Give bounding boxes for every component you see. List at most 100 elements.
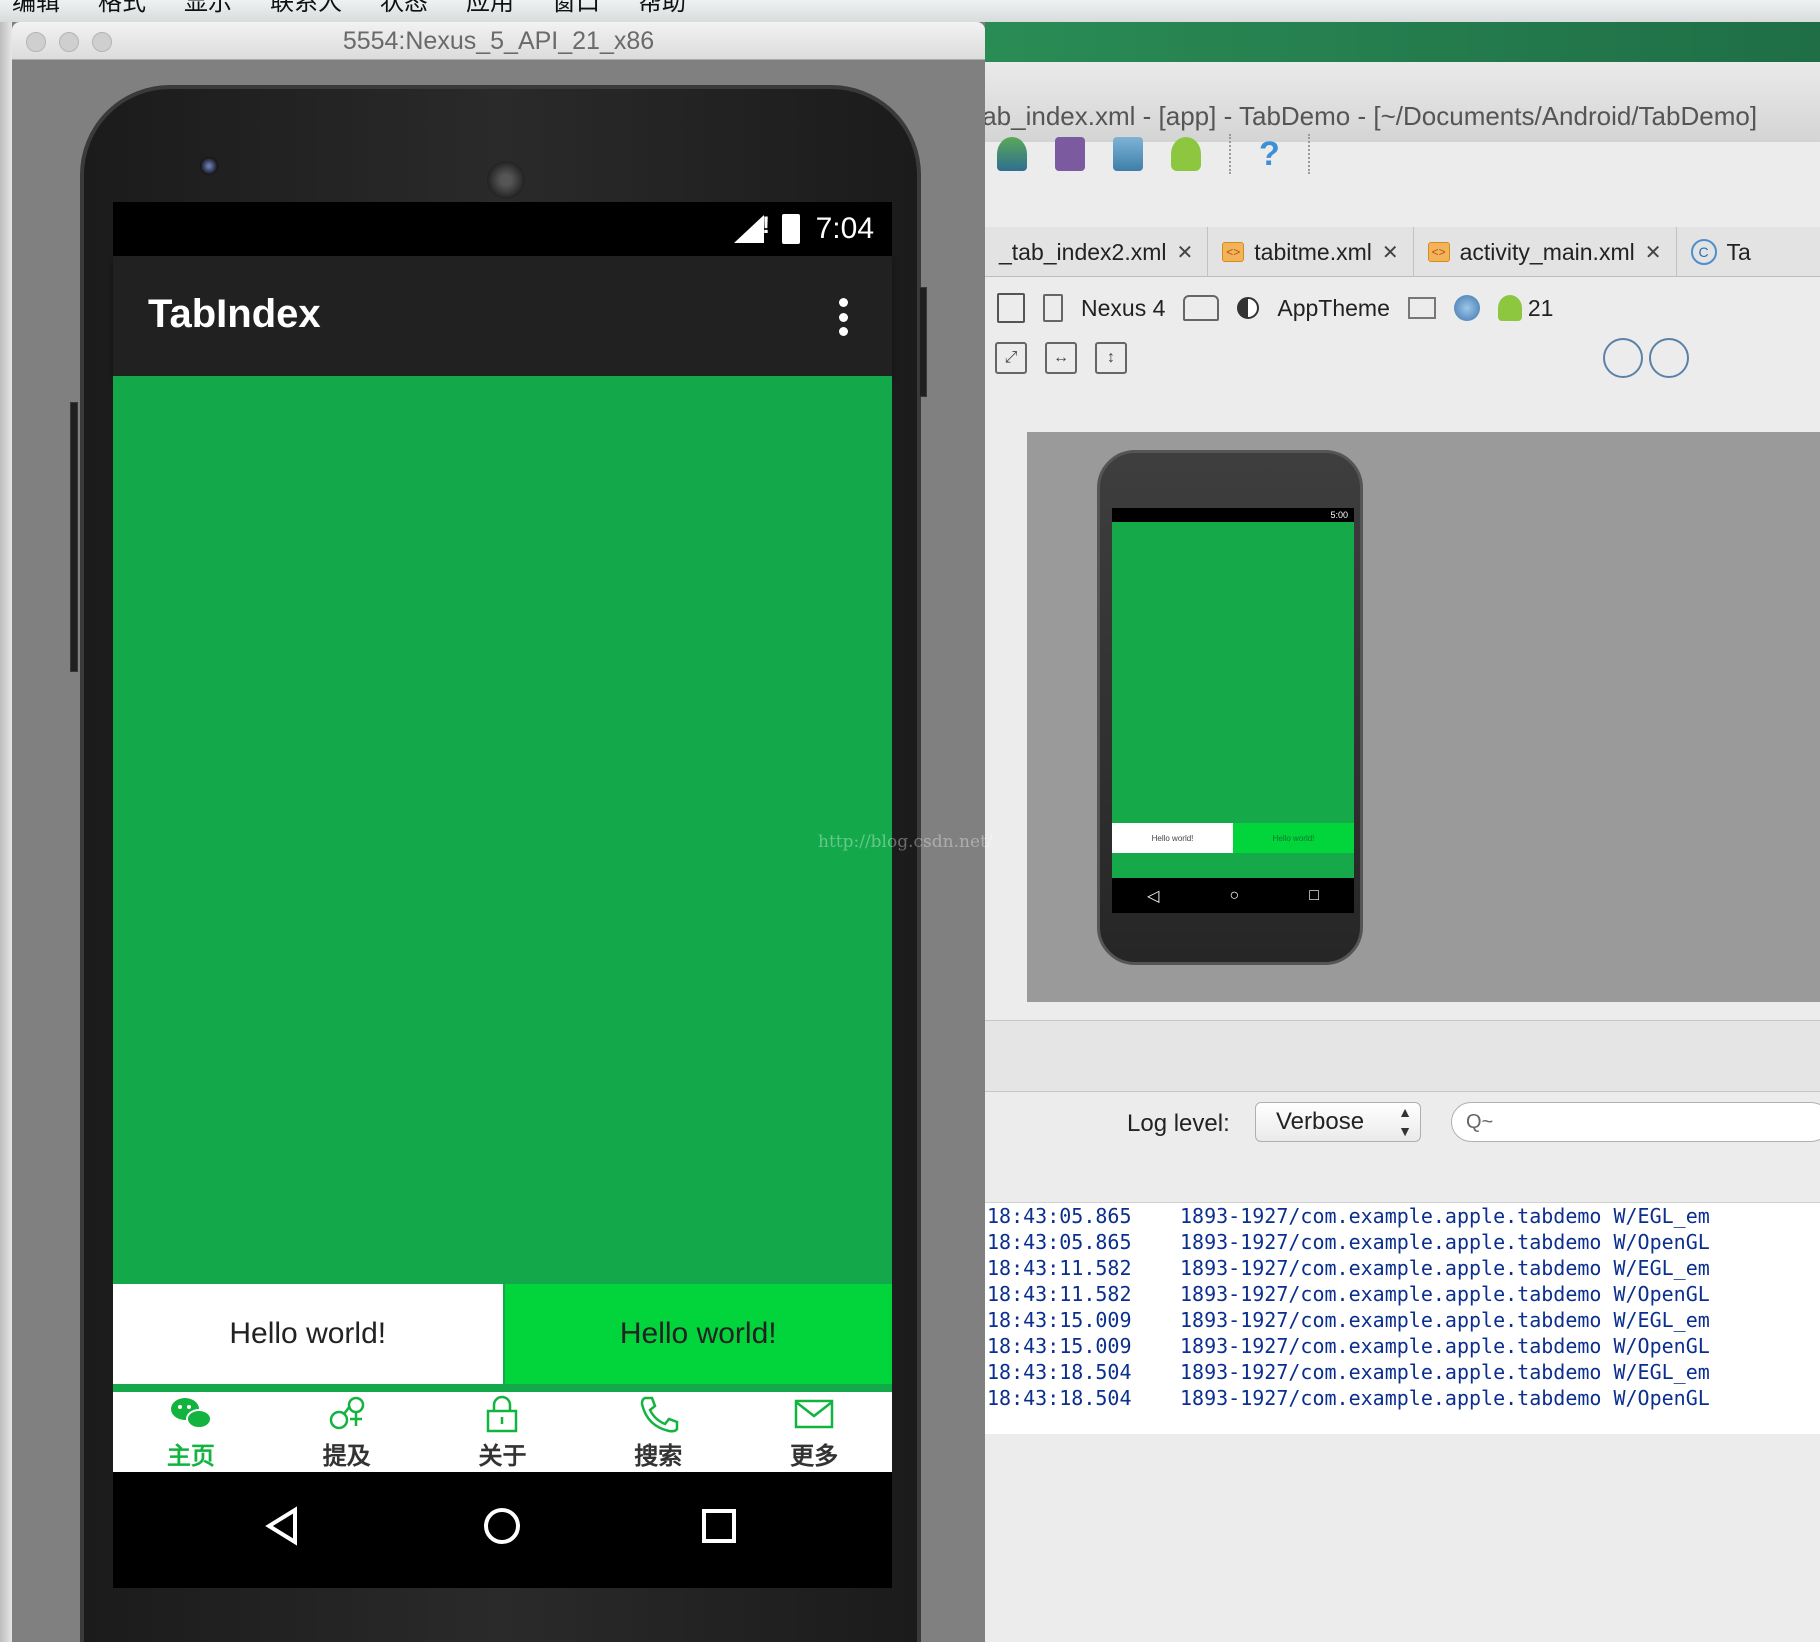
menu-app[interactable]: 应用 xyxy=(466,0,514,14)
action-bar: TabIndex xyxy=(113,256,892,376)
layout-editor-toolbar: Nexus 4 AppTheme 21 xyxy=(985,284,1820,332)
nav-item-mention[interactable]: 提及 xyxy=(269,1392,425,1472)
activity-icon[interactable] xyxy=(1407,297,1436,319)
log-row: 18:43:05.865 1893-1927/com.example.apple.… xyxy=(987,1204,1710,1228)
background-window-edge xyxy=(0,22,12,1642)
emulator-title: 5554:Nexus_5_API_21_x86 xyxy=(342,27,655,55)
preview-tab-1: Hello world! xyxy=(1112,823,1233,853)
nav-item-search[interactable]: 搜索 xyxy=(580,1392,736,1472)
menu-view[interactable]: 显示 xyxy=(184,0,232,14)
android-monitor-icon[interactable] xyxy=(1171,137,1201,171)
tab-activity-main[interactable]: <> activity_main.xml ✕ xyxy=(1414,227,1677,277)
close-icon[interactable]: ✕ xyxy=(1645,240,1662,265)
toolbar-separator xyxy=(1229,134,1231,174)
theme-selector[interactable]: AppTheme xyxy=(1277,295,1390,322)
android-icon xyxy=(1497,295,1522,321)
close-icon[interactable]: ✕ xyxy=(1177,240,1194,265)
preview-device-frame: 5:00 Hello world! Hello world! ◁ ○ □ xyxy=(1097,450,1363,965)
menu-help[interactable]: 帮助 xyxy=(638,0,686,14)
no-data-icon: ! xyxy=(762,212,770,239)
zoom-in-icon[interactable] xyxy=(1603,338,1643,378)
tab-tab-index2[interactable]: _tab_index2.xml ✕ xyxy=(985,227,1209,277)
locale-globe-icon[interactable] xyxy=(1453,295,1480,321)
logcat-output[interactable]: 18:43:05.865 1893-1927/com.example.apple.… xyxy=(985,1202,1820,1434)
mail-icon xyxy=(794,1399,834,1428)
menu-edit[interactable]: 编辑 xyxy=(12,0,60,14)
signal-icon xyxy=(734,215,764,243)
log-row: 18:43:18.504 1893-1927/com.example.apple.… xyxy=(987,1360,1710,1384)
overflow-menu-icon[interactable] xyxy=(838,298,848,336)
phone-icon xyxy=(641,1396,679,1432)
preview-status-bar: 5:00 xyxy=(1112,508,1354,522)
sync-icon[interactable] xyxy=(997,137,1027,171)
layout-preview: 5:00 Hello world! Hello world! ◁ ○ □ xyxy=(1027,432,1820,1002)
fit-height-icon[interactable]: ↕ xyxy=(1095,342,1127,374)
toolbar-separator xyxy=(1307,134,1310,174)
close-icon[interactable]: ✕ xyxy=(1382,240,1399,265)
status-bar: ! 7:04 xyxy=(113,202,892,256)
menu-format[interactable]: 格式 xyxy=(98,0,146,14)
new-layout-icon[interactable] xyxy=(997,293,1025,323)
desktop-background xyxy=(985,22,1820,62)
api-level-selector[interactable]: 21 xyxy=(1528,295,1554,322)
menu-window[interactable]: 窗口 xyxy=(552,0,600,14)
sdk-manager-icon[interactable] xyxy=(1113,137,1143,171)
avd-manager-icon[interactable] xyxy=(1055,137,1085,171)
nav-item-home[interactable]: 主页 xyxy=(113,1392,269,1472)
menu-status[interactable]: 状态 xyxy=(380,0,428,14)
emulator-title-bar: 5554:Nexus_5_API_21_x86 xyxy=(12,22,985,60)
content-area xyxy=(113,376,892,1284)
tab-class[interactable]: C Ta xyxy=(1677,227,1765,277)
back-icon: ◁ xyxy=(1147,887,1160,905)
volume-button[interactable] xyxy=(70,402,78,672)
hello-tab-2[interactable]: Hello world! xyxy=(502,1284,892,1392)
power-button[interactable] xyxy=(919,287,927,397)
hello-tab-1[interactable]: Hello world! xyxy=(113,1284,503,1392)
log-level-label: Log level: xyxy=(1127,1110,1230,1137)
tab-tabitme[interactable]: <> tabitme.xml ✕ xyxy=(1208,227,1414,277)
help-icon[interactable]: ? xyxy=(1259,135,1280,174)
recents-icon[interactable] xyxy=(699,1506,739,1546)
nav-label-about: 关于 xyxy=(478,1441,527,1470)
back-icon[interactable] xyxy=(263,1506,303,1546)
nav-label-search: 搜索 xyxy=(634,1441,683,1470)
log-level-select[interactable]: Verbose ▲ ▼ xyxy=(1255,1102,1421,1142)
log-search-input[interactable]: Q~ xyxy=(1451,1102,1820,1142)
log-row: 18:43:11.582 1893-1927/com.example.apple.… xyxy=(987,1256,1710,1280)
editor-tab-bar: _tab_index2.xml ✕ <> tabitme.xml ✕ <> ac… xyxy=(985,227,1820,277)
hello-tabs: Hello world! Hello world! xyxy=(113,1284,892,1392)
earpiece-speaker xyxy=(487,161,525,199)
system-menu-bar: 编辑 格式 显示 联系人 状态 应用 窗口 帮助 xyxy=(0,0,1820,22)
fit-width-icon[interactable]: ↔ xyxy=(1045,342,1077,374)
logcat-toolbar: Log level: Verbose ▲ ▼ Q~ xyxy=(985,1092,1820,1172)
actual-size-icon[interactable] xyxy=(1649,338,1689,378)
lock-icon xyxy=(487,1395,518,1432)
menu-contacts[interactable]: 联系人 xyxy=(270,0,342,14)
home-icon[interactable] xyxy=(482,1506,522,1546)
preview-tab-2: Hello world! xyxy=(1233,823,1354,853)
recents-icon: □ xyxy=(1309,886,1319,904)
theme-icon xyxy=(1237,297,1260,319)
zoom-to-fit-icon[interactable]: ⤢ xyxy=(995,342,1027,374)
phone-screen: ! 7:04 TabIndex Hello world! Hello world… xyxy=(113,202,892,1588)
log-row: 18:43:15.009 1893-1927/com.example.apple.… xyxy=(987,1308,1710,1332)
nav-item-more[interactable]: 更多 xyxy=(736,1392,892,1472)
class-file-icon: C xyxy=(1690,239,1717,265)
battery-icon xyxy=(782,214,800,244)
log-row: 18:43:15.009 1893-1927/com.example.apple.… xyxy=(987,1334,1710,1358)
orientation-icon[interactable] xyxy=(1183,295,1220,321)
nav-item-about[interactable]: 关于 xyxy=(425,1392,581,1472)
device-icon[interactable] xyxy=(1043,294,1063,322)
device-selector[interactable]: Nexus 4 xyxy=(1081,295,1165,322)
system-nav-bar xyxy=(113,1472,892,1588)
gender-icon xyxy=(329,1396,364,1429)
front-camera xyxy=(200,157,218,175)
nav-label-more: 更多 xyxy=(790,1441,839,1470)
xml-file-icon: <> xyxy=(1222,242,1245,262)
status-time: 7:04 xyxy=(815,212,874,245)
panel-divider xyxy=(985,1020,1820,1092)
log-row: 18:43:18.504 1893-1927/com.example.apple.… xyxy=(987,1386,1710,1410)
nav-label-home: 主页 xyxy=(166,1441,215,1470)
log-row: 18:43:11.582 1893-1927/com.example.apple.… xyxy=(987,1282,1710,1306)
preview-nav-bar: ◁ ○ □ xyxy=(1112,878,1354,913)
